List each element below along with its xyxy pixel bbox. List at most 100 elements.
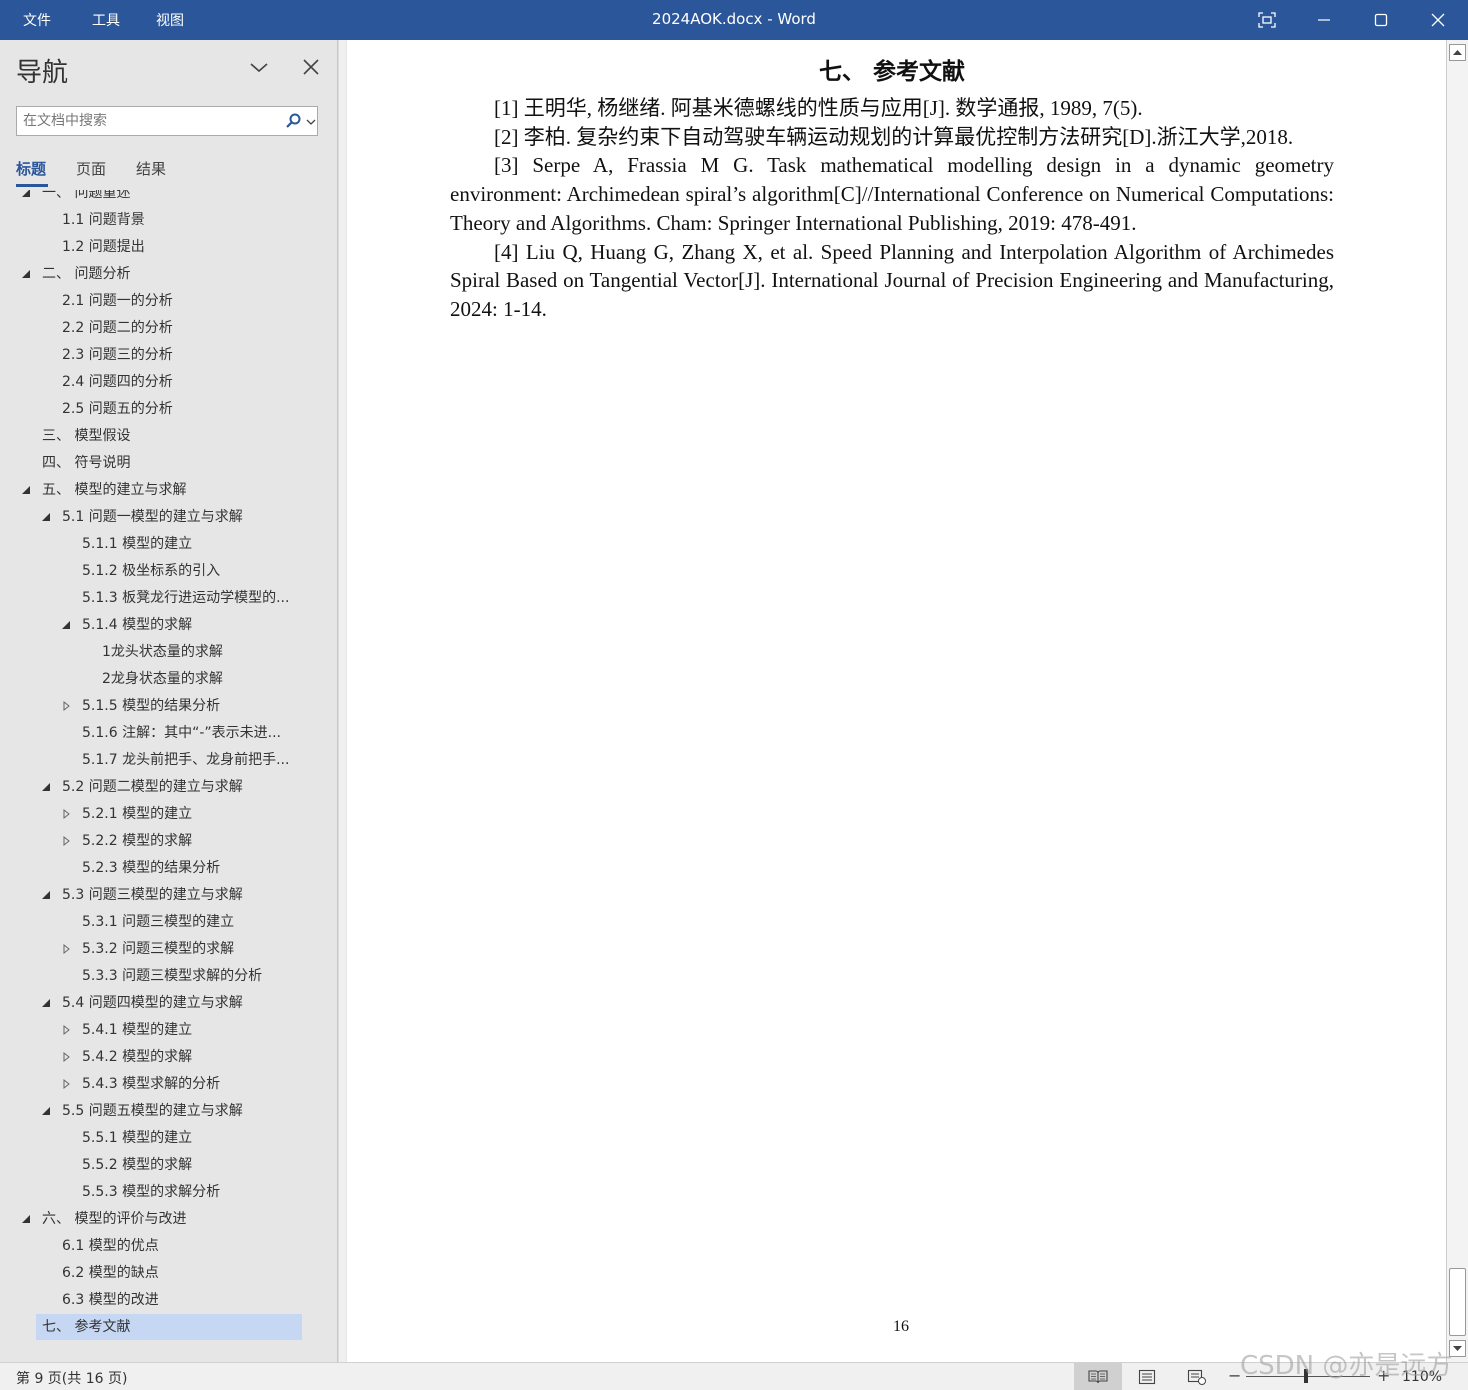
tab-headings[interactable]: 标题 xyxy=(16,158,46,179)
expanded-triangle-icon[interactable] xyxy=(40,990,54,1016)
nav-heading-item[interactable]: 6.2 模型的缺点 xyxy=(0,1260,320,1286)
nav-heading-item[interactable]: 5.5.3 模型的求解分析 xyxy=(0,1179,320,1205)
zoom-out-button[interactable]: − xyxy=(1228,1366,1241,1385)
tab-pages[interactable]: 页面 xyxy=(76,158,106,179)
page-count-status[interactable]: 第 9 页(共 16 页) xyxy=(16,1368,127,1388)
scroll-down-button[interactable] xyxy=(1449,1340,1466,1357)
expanded-triangle-icon[interactable] xyxy=(20,190,34,206)
nav-heading-item[interactable]: 七、 参考文献 xyxy=(36,1314,302,1340)
nav-heading-item[interactable]: 5.1.4 模型的求解 xyxy=(0,612,320,638)
nav-heading-item[interactable]: 1.1 问题背景 xyxy=(0,207,320,233)
collapsed-triangle-icon[interactable] xyxy=(60,936,74,962)
search-input[interactable] xyxy=(23,111,279,131)
nav-pane-splitter[interactable] xyxy=(338,40,346,1362)
nav-heading-item[interactable]: 5.5.2 模型的求解 xyxy=(0,1152,320,1178)
scrollbar-thumb[interactable] xyxy=(1449,1268,1466,1336)
nav-heading-item[interactable]: 5.3.1 问题三模型的建立 xyxy=(0,909,320,935)
vertical-scrollbar[interactable] xyxy=(1446,40,1468,1362)
scroll-up-button[interactable] xyxy=(1449,44,1466,61)
nav-heading-label: 5.3 问题三模型的建立与求解 xyxy=(62,887,243,903)
search-box xyxy=(16,106,318,136)
expanded-triangle-icon[interactable] xyxy=(20,261,34,287)
menu-view[interactable]: 视图 xyxy=(156,10,184,30)
collapsed-triangle-icon[interactable] xyxy=(60,801,74,827)
nav-heading-item[interactable]: 5.3.2 问题三模型的求解 xyxy=(0,936,320,962)
tab-results[interactable]: 结果 xyxy=(136,158,166,179)
nav-heading-item[interactable]: 6.3 模型的改进 xyxy=(0,1287,320,1313)
web-layout-button[interactable] xyxy=(1173,1363,1221,1390)
nav-heading-item[interactable]: 1.2 问题提出 xyxy=(0,234,320,260)
nav-heading-label: 2.5 问题五的分析 xyxy=(62,401,173,417)
nav-heading-item[interactable]: 5.5 问题五模型的建立与求解 xyxy=(0,1098,320,1124)
nav-heading-item[interactable]: 2.3 问题三的分析 xyxy=(0,342,320,368)
expanded-triangle-icon[interactable] xyxy=(40,1098,54,1124)
collapsed-triangle-icon[interactable] xyxy=(60,828,74,854)
nav-heading-item[interactable]: 5.4 问题四模型的建立与求解 xyxy=(0,990,320,1016)
nav-heading-item[interactable]: 1龙头状态量的求解 xyxy=(0,639,320,665)
nav-heading-item[interactable]: 2.2 问题二的分析 xyxy=(0,315,320,341)
nav-heading-item[interactable]: 5.2.3 模型的结果分析 xyxy=(0,855,320,881)
minimize-button[interactable] xyxy=(1296,0,1352,40)
nav-heading-item[interactable]: 五、 模型的建立与求解 xyxy=(0,477,320,503)
expanded-triangle-icon[interactable] xyxy=(40,774,54,800)
minimize-icon xyxy=(1318,19,1330,21)
collapsed-triangle-icon[interactable] xyxy=(60,1017,74,1043)
nav-heading-label: 5.4 问题四模型的建立与求解 xyxy=(62,995,243,1011)
nav-heading-item[interactable]: 六、 模型的评价与改进 xyxy=(0,1206,320,1232)
nav-heading-item[interactable]: 5.5.1 模型的建立 xyxy=(0,1125,320,1151)
collapsed-triangle-icon[interactable] xyxy=(60,1044,74,1070)
arrow-down-icon xyxy=(1453,1346,1462,1351)
nav-heading-item[interactable]: 四、 符号说明 xyxy=(0,450,320,476)
nav-heading-label: 五、 模型的建立与求解 xyxy=(42,482,187,498)
nav-heading-label: 一、 问题重述 xyxy=(42,190,131,201)
nav-heading-item[interactable]: 5.3 问题三模型的建立与求解 xyxy=(0,882,320,908)
nav-heading-item[interactable]: 2.5 问题五的分析 xyxy=(0,396,320,422)
nav-heading-item[interactable]: 2龙身状态量的求解 xyxy=(0,666,320,692)
expanded-triangle-icon[interactable] xyxy=(40,882,54,908)
zoom-slider-thumb[interactable] xyxy=(1303,1369,1308,1383)
collapsed-triangle-icon[interactable] xyxy=(60,1071,74,1097)
nav-heading-item[interactable]: 5.1.2 极坐标系的引入 xyxy=(0,558,320,584)
nav-heading-label: 二、 问题分析 xyxy=(42,266,131,282)
search-icon[interactable] xyxy=(285,112,303,130)
nav-heading-item[interactable]: 一、 问题重述 xyxy=(0,190,320,206)
navigation-pane: 导航 标题 页面 结果 一、 问题重述 1.1 问题背景 1.2 问题提出二、 问题… xyxy=(0,40,338,1362)
nav-heading-item[interactable]: 5.1 问题一模型的建立与求解 xyxy=(0,504,320,530)
maximize-button[interactable] xyxy=(1353,0,1409,40)
nav-heading-item[interactable]: 5.1.3 板凳龙行进运动学模型的... xyxy=(0,585,320,611)
collapsed-triangle-icon[interactable] xyxy=(60,693,74,719)
nav-heading-item[interactable]: 2.1 问题一的分析 xyxy=(0,288,320,314)
menu-file[interactable]: 文件 xyxy=(23,10,51,30)
focus-mode-button[interactable] xyxy=(1239,0,1295,40)
expanded-triangle-icon[interactable] xyxy=(20,477,34,503)
nav-close-button[interactable] xyxy=(298,54,324,80)
nav-heading-item[interactable]: 5.1.5 模型的结果分析 xyxy=(0,693,320,719)
nav-heading-item[interactable]: 5.3.3 问题三模型求解的分析 xyxy=(0,963,320,989)
zoom-level[interactable]: 110% xyxy=(1402,1369,1442,1385)
nav-heading-item[interactable]: 5.4.2 模型的求解 xyxy=(0,1044,320,1070)
nav-heading-item[interactable]: 5.4.1 模型的建立 xyxy=(0,1017,320,1043)
nav-heading-item[interactable]: 6.1 模型的优点 xyxy=(0,1233,320,1259)
expanded-triangle-icon[interactable] xyxy=(40,504,54,530)
zoom-slider[interactable] xyxy=(1246,1376,1370,1377)
nav-heading-item[interactable]: 5.1.7 龙头前把手、龙身前把手... xyxy=(0,747,320,773)
close-button[interactable] xyxy=(1410,0,1466,40)
nav-heading-item[interactable]: 5.4.3 模型求解的分析 xyxy=(0,1071,320,1097)
nav-heading-item[interactable]: 二、 问题分析 xyxy=(0,261,320,287)
nav-heading-item[interactable]: 2.4 问题四的分析 xyxy=(0,369,320,395)
zoom-in-button[interactable]: + xyxy=(1377,1366,1390,1385)
nav-options-button[interactable] xyxy=(246,54,272,80)
read-mode-button[interactable] xyxy=(1074,1363,1122,1390)
close-icon xyxy=(1431,13,1445,27)
nav-heading-item[interactable]: 5.1.1 模型的建立 xyxy=(0,531,320,557)
chevron-down-icon[interactable] xyxy=(305,112,317,130)
expanded-triangle-icon[interactable] xyxy=(60,612,74,638)
nav-heading-item[interactable]: 5.2.2 模型的求解 xyxy=(0,828,320,854)
nav-heading-item[interactable]: 5.1.6 注解：其中“-”表示未进... xyxy=(0,720,320,746)
nav-heading-item[interactable]: 5.2 问题二模型的建立与求解 xyxy=(0,774,320,800)
nav-heading-item[interactable]: 三、 模型假设 xyxy=(0,423,320,449)
expanded-triangle-icon[interactable] xyxy=(20,1206,34,1232)
nav-heading-item[interactable]: 5.2.1 模型的建立 xyxy=(0,801,320,827)
menu-tools[interactable]: 工具 xyxy=(92,10,120,30)
print-layout-button[interactable] xyxy=(1123,1363,1171,1390)
